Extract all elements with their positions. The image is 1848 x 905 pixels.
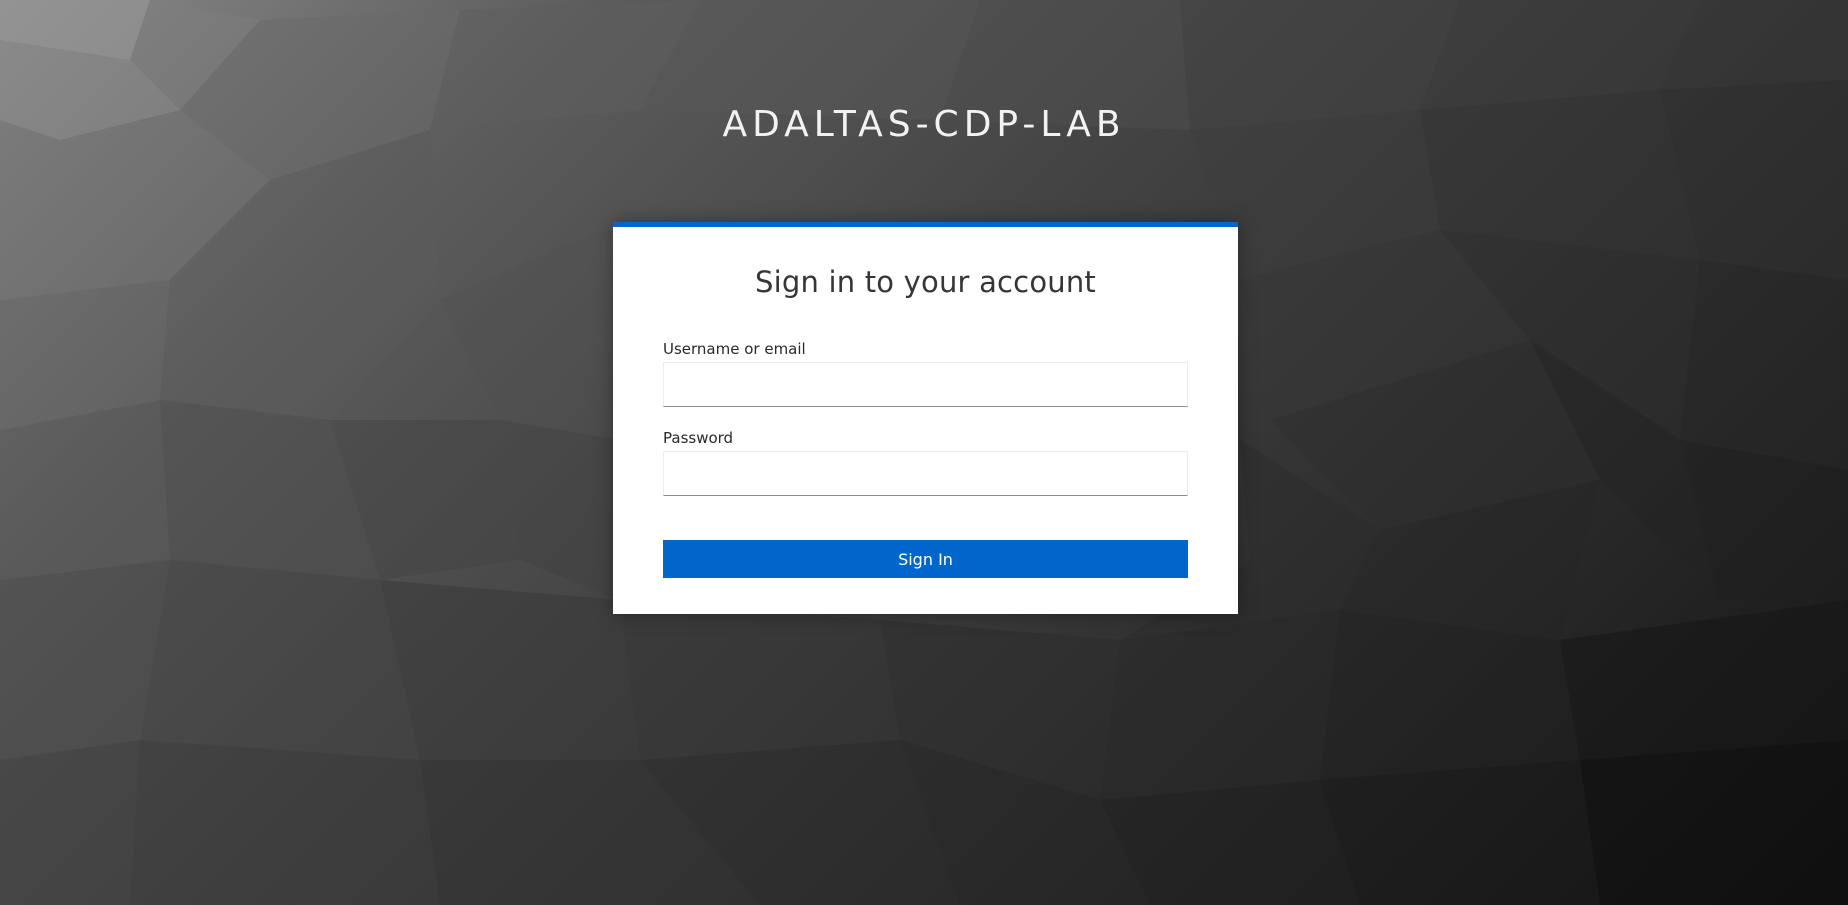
login-form: Username or email Password Sign In [663, 339, 1188, 578]
login-page: ADALTAS-CDP-LAB Sign in to your account … [0, 0, 1848, 905]
password-group: Password [663, 428, 1188, 496]
username-group: Username or email [663, 339, 1188, 407]
username-input[interactable] [663, 362, 1188, 407]
login-header: Sign in to your account [754, 265, 1097, 299]
sign-in-button[interactable]: Sign In [663, 540, 1188, 578]
realm-title: ADALTAS-CDP-LAB [722, 104, 1126, 145]
password-label: Password [663, 429, 734, 447]
password-input[interactable] [663, 451, 1188, 496]
username-label: Username or email [663, 340, 806, 358]
login-card: Sign in to your account Username or emai… [613, 222, 1238, 614]
